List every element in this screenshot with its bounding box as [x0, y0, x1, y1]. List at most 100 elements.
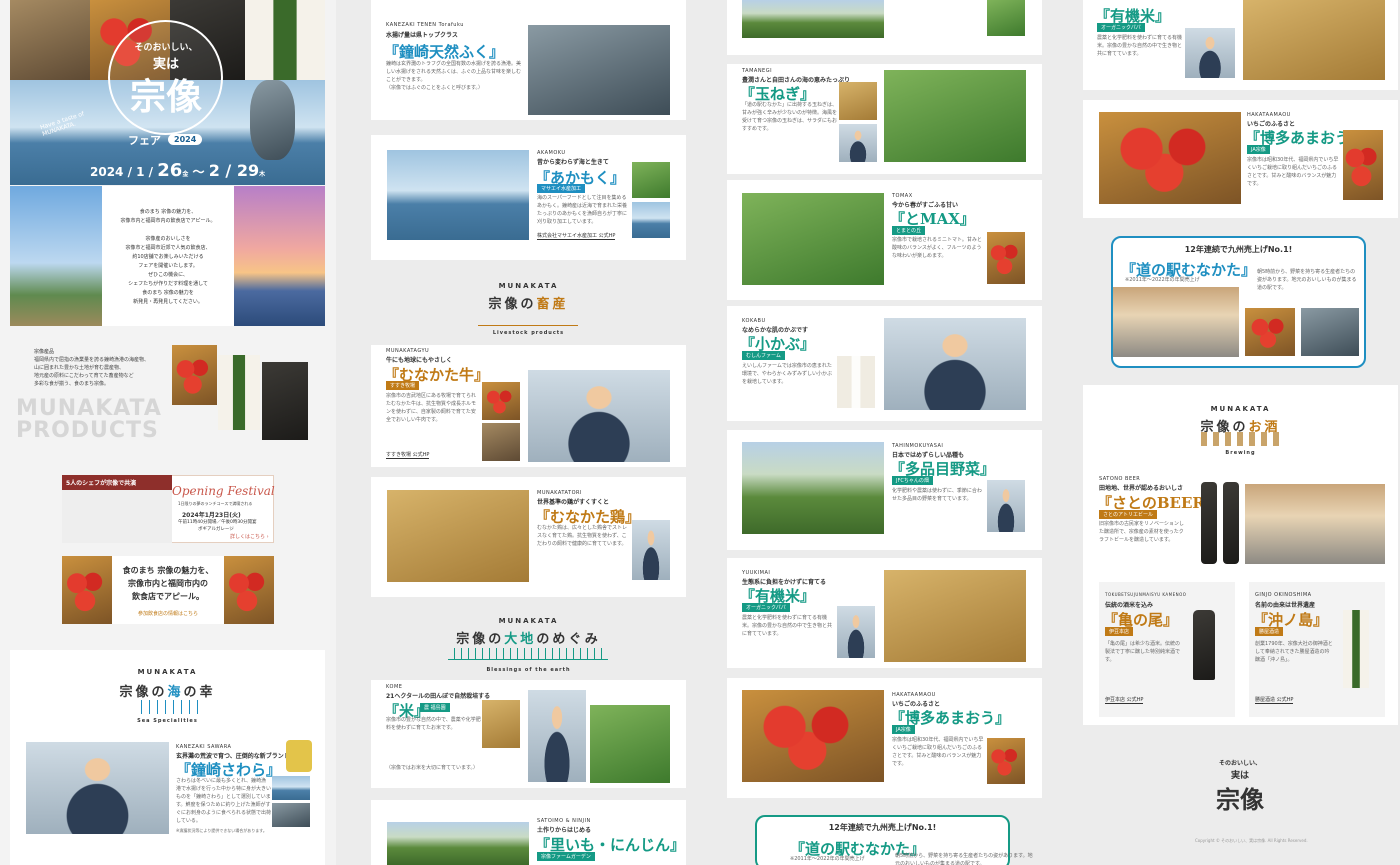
- banner2-link[interactable]: 参加飲食店の情報はこちら: [118, 610, 218, 617]
- photo-greenhouse: [742, 193, 884, 285]
- intro-line: 食のまち 宗像の魅力を: [142, 290, 194, 296]
- intro-line: ぜひこの機会に、: [148, 272, 188, 278]
- tori-catch: 世界基準の鶏がすくすくと: [537, 499, 610, 506]
- earth-jp1: 宗像の: [456, 632, 505, 647]
- fugu-note: （宗像ではふぐのことをふくと呼びます。）: [386, 85, 484, 91]
- photo-sawara: [272, 803, 310, 827]
- products-line: 福岡県内で屈指の漁業量を誇る鐘崎漁港の海産物、: [34, 357, 150, 363]
- photo-golden-rice2: [1243, 0, 1385, 80]
- sake-sub: Brewing: [1225, 450, 1256, 456]
- wave-divider: [138, 700, 198, 714]
- intro-line: 新発見・再発見してください。: [133, 299, 203, 305]
- photo-farmer-cow: [528, 370, 670, 462]
- kamenoo-link[interactable]: 伊豆本店 公式HP: [1105, 696, 1144, 704]
- photo-veg-farmers: [987, 480, 1025, 532]
- photo-beef: [482, 382, 520, 420]
- okinoshima-link[interactable]: 勝屋酒造 公式HP: [1255, 696, 1294, 704]
- yukimai-badge-2: オーガニックパパ: [1097, 23, 1145, 32]
- kokabu-text: えいしんファームでは宗像市の恵まれた環境で、やわらかくみずみずしい小かぶを栽培し…: [742, 363, 833, 385]
- michi-text-c3: 朝5時前から、野菜を持ち寄る生産者たちの姿があります。地元のおいしいものが集まる…: [895, 853, 1033, 865]
- photo-sawara-fish: [250, 80, 295, 160]
- tomax-badge: とまとの丘: [892, 226, 925, 235]
- earth-en: MUNAKATA: [498, 617, 559, 625]
- hero-date: 2024 / 1 / 26金 〜 2 / 29木: [90, 160, 266, 181]
- beer-text: 旧宗像市の古民家をリノベーションした醸造所で、宗像産の素材を使ったクラフトビール…: [1099, 521, 1184, 543]
- okinoshima-badge: 勝屋酒造: [1255, 627, 1284, 636]
- products-text: 福岡県内で屈指の漁業量を誇る鐘崎漁港の海産物、 山に囲まれた豊かな土地が育む農産物…: [34, 356, 174, 396]
- yukimai-text: 農薬と化学肥料を使わずに育てる有機米。宗像の豊かな自然の中で生き物と共に育ててい…: [742, 615, 833, 637]
- sawara-badge-icon: [286, 740, 312, 772]
- yukimai-text-2: 農薬と化学肥料を使わずに育てる有機米。宗像の豊かな自然の中で生き物と共に育ててい…: [1097, 35, 1183, 57]
- kome-badge: 農 福島園: [420, 703, 450, 712]
- sawara-note: ※漁獲状況等により提供できない場合があります。: [176, 828, 267, 833]
- hero-dow-end: 木: [259, 171, 266, 178]
- photo-chicken-farmer: [632, 520, 670, 580]
- gyu-text: 宗像市の吉武地区にある牧場で育てられたむなかた牛は、抗生物質や成長ホルモンを使わ…: [386, 393, 476, 423]
- okinoshima-catch: 名前の由来は世界遺産: [1255, 602, 1316, 609]
- intro-line: [104, 226, 232, 235]
- hero-date-end: 2 / 29: [208, 161, 260, 180]
- banner2-line1: 食のまち 宗像の魅力を、: [122, 566, 214, 575]
- kome-catch: 21ヘクタールの田んぼで自然栽培する: [386, 693, 491, 700]
- intro-line: フェアを開催いたします。: [138, 263, 198, 269]
- photo-chicken-barn: [387, 490, 529, 582]
- photo-dish-left: [62, 556, 112, 624]
- sprout-divider: [448, 648, 608, 660]
- banner-date-text: 2024年1月23日: [182, 512, 230, 519]
- akamoku-badge: マサエイ水産加工: [537, 184, 586, 193]
- amaou-roman-2: HAKATAAMAOU: [1247, 112, 1291, 118]
- photo-akamoku-fisher: [387, 150, 529, 240]
- akamoku-link[interactable]: 株式会社マサエイ水産加工 公式HP: [537, 232, 616, 240]
- intro-line: 食のまち 宗像の魅力を、: [139, 209, 197, 215]
- photo-amaou-box2: [1343, 130, 1383, 200]
- photo-strawberry-bowl: [742, 690, 884, 782]
- banner2-text: 食のまち 宗像の魅力を、 宗像市内と福岡市内の 飲食店でアピール。: [112, 564, 224, 603]
- photo-seaweed: [632, 162, 670, 198]
- sake-en: MUNAKATA: [1210, 405, 1271, 413]
- photo-field-top: [742, 0, 884, 38]
- tori-roman: MUNAKATATORI: [537, 490, 582, 496]
- photo-michi-market: [1113, 287, 1239, 357]
- photo-tomatoes: [987, 232, 1025, 284]
- hero-munakata: 宗像: [129, 76, 202, 118]
- photo-golden-rice: [884, 570, 1026, 662]
- earth-title: 宗像の大地のめぐみ: [371, 628, 686, 647]
- products-line: 地元産の原料にこだわって育てた畜産物など: [34, 373, 134, 379]
- fugu-text: 鐘崎は玄界灘のトラフグの全国有数の水揚げを誇る漁港。美しい水揚げをされる天然ふく…: [386, 61, 521, 83]
- intro-line: シェフたちが作りだす料理を通して: [128, 281, 208, 287]
- gyu-catch: 牛にも地球にもやさしく: [386, 357, 453, 364]
- banner-venue: ボギアルガレージ: [198, 527, 234, 532]
- kome-roman: KOME: [386, 684, 403, 690]
- gyu-link[interactable]: すすき牧場 公式HP: [386, 451, 430, 459]
- products-label: 宗像産品: [34, 349, 55, 355]
- gyu-roman: MUNAKATAGYU: [386, 348, 430, 354]
- photo-kabu: [837, 356, 875, 408]
- earth-jp3: のめぐみ: [536, 632, 601, 647]
- sake-cups-illustration: [1195, 432, 1285, 446]
- livestock-sub: Livestock products: [492, 330, 565, 336]
- tamanegi-roman: TAMANEGI: [742, 68, 773, 74]
- kokabu-roman: KOKABU: [742, 318, 766, 324]
- beer-badge: さとのアトリエビール: [1099, 510, 1157, 519]
- sea-title: 宗像の海の幸: [10, 681, 325, 700]
- okinoshima-text: 創業1790年、宗像大社の御神酒として奉納されてきた勝屋酒造の吟醸酒「沖ノ島」。: [1255, 641, 1333, 663]
- photo-sake-product: [218, 355, 260, 430]
- amaou-text-2: 宗像市は昭和30年代、福岡県内でいち早くいちご栽培に取り組んだいちごのふるさとで…: [1247, 157, 1339, 187]
- photo-onion: [839, 82, 877, 120]
- photo-kabu-farmer: [884, 318, 1026, 410]
- photo-beer-bottle1: [1201, 482, 1217, 564]
- intro-text: 食のまち 宗像の魅力を、 宗像市内と福岡市内の飲食店でアピール。 宗像産のおいしさ…: [104, 208, 232, 307]
- intro-line: 宗像市内と福岡市内の飲食店でアピール。: [120, 218, 216, 224]
- tamanegi-text: 「道の駅むなかた」に出荷する玉ねぎは、甘みが強く辛みが少ないのが特徴。海風を受け…: [742, 102, 837, 132]
- photo-vegetables: [10, 0, 90, 80]
- hero-date-day: 26: [157, 160, 183, 181]
- photo-michi-produce: [1245, 308, 1295, 356]
- banner-more-link[interactable]: 詳しくはこちら ›: [230, 533, 269, 540]
- column-brewing: 『有機米』 オーガニックパパ 農薬と化学肥料を使わずに育てる有機米。宗像の豊かな…: [1075, 0, 1400, 865]
- footer-copyright: Copyright © そのおいしい、実は宗像. All Rights Rese…: [1195, 838, 1308, 843]
- sea-en: MUNAKATA: [137, 668, 198, 676]
- photo-strawberry-bowl2: [1099, 112, 1241, 204]
- sea-jp1: 宗像の: [119, 685, 168, 700]
- banner2-line2: 宗像市内と福岡市内の: [128, 579, 208, 588]
- tahinmoku-text: 化学肥料や農薬は使わずに、季節に合わせた多品目の野菜を育てています。: [892, 488, 982, 502]
